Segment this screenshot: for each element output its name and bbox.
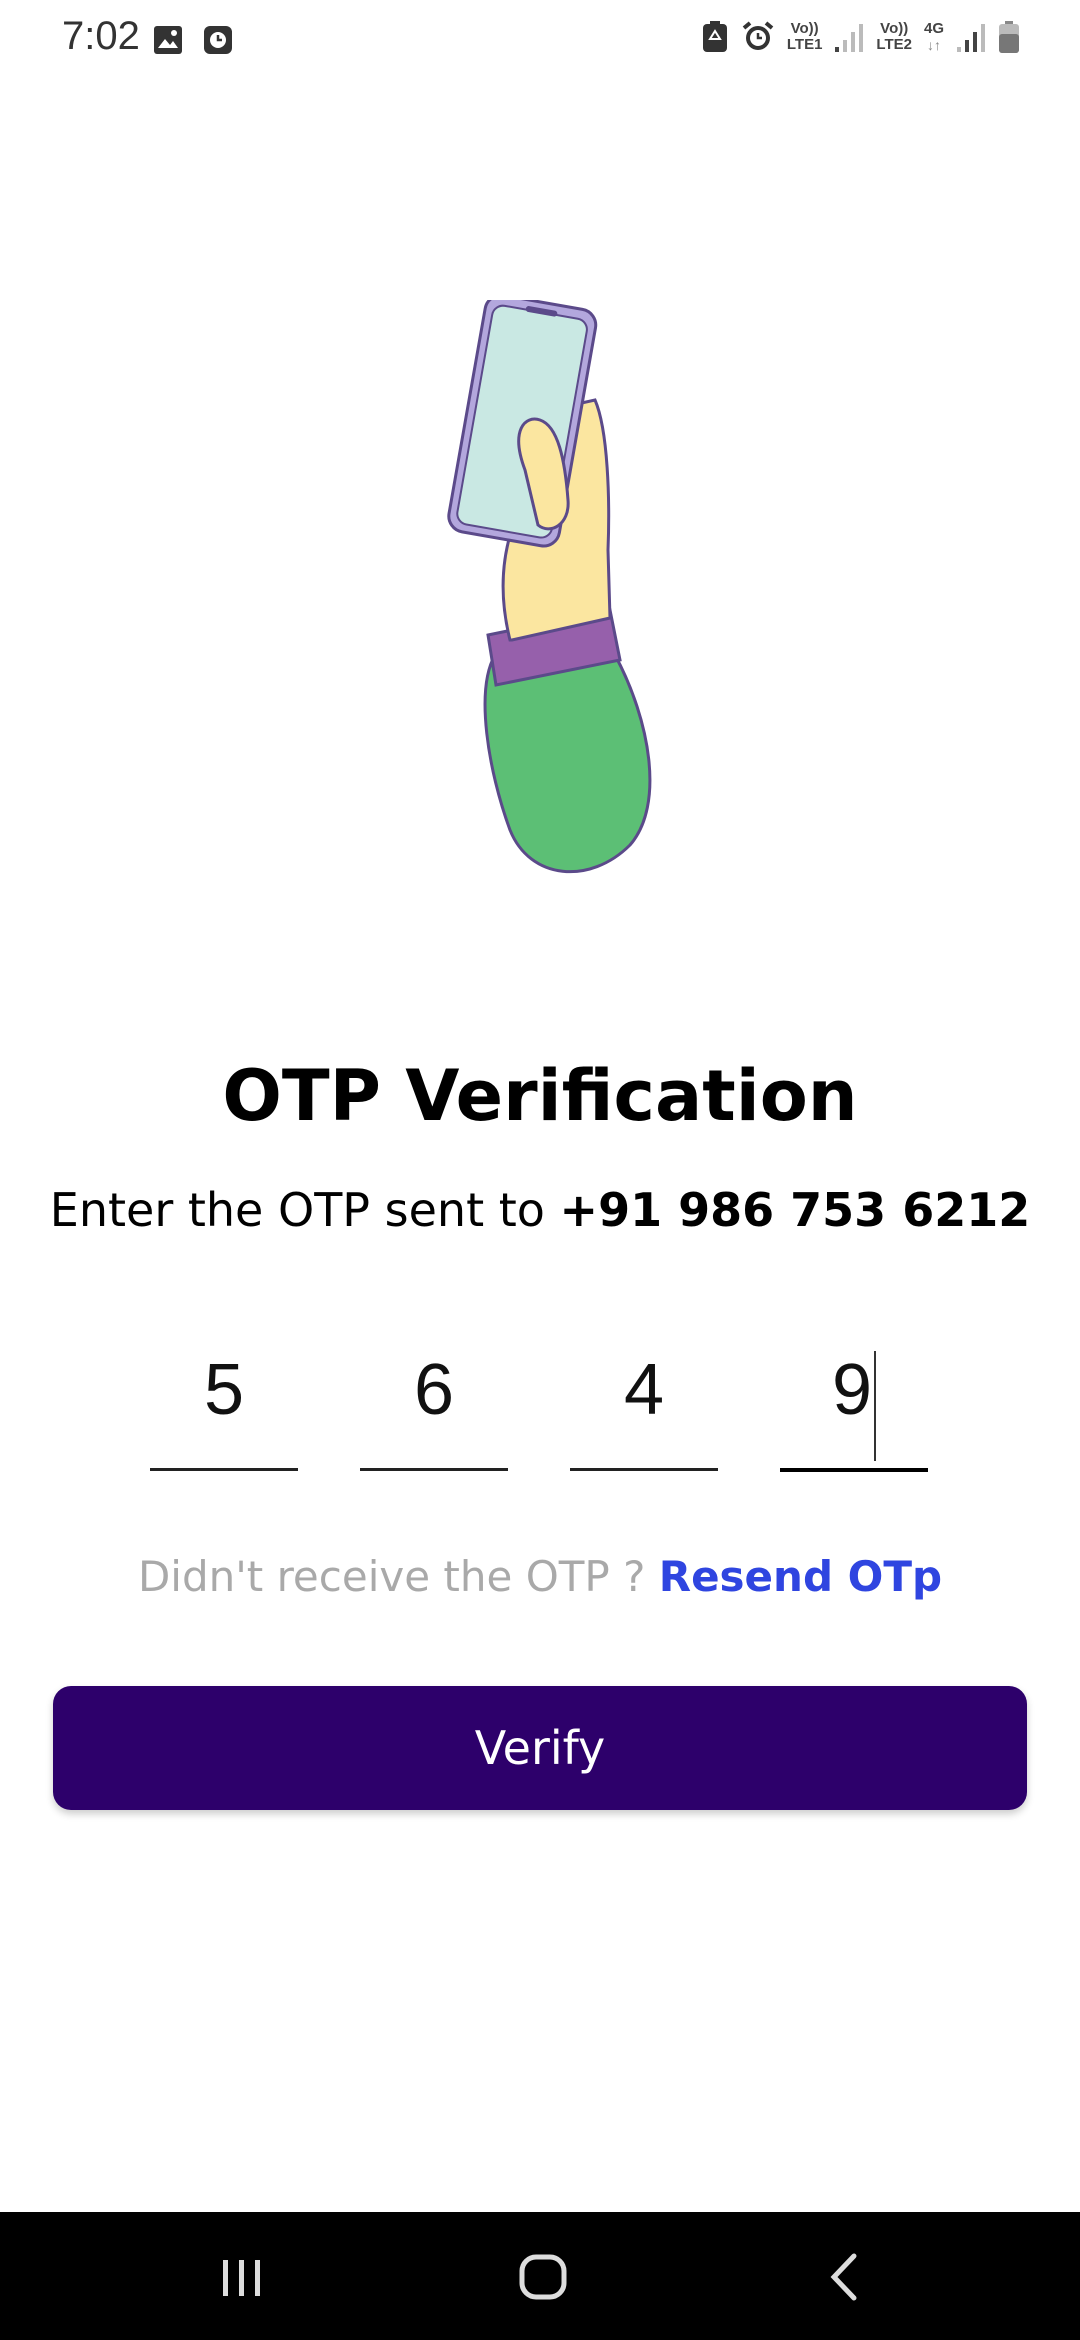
otp-digit-field-2[interactable]: 6 [360, 1330, 508, 1471]
sim1-label-bottom: LTE1 [786, 36, 823, 53]
signal-icon [957, 24, 985, 52]
otp-digit-value: 4 [623, 1350, 665, 1430]
status-time: 7:02 [62, 14, 140, 58]
navigation-bar [0, 2212, 1080, 2340]
page-title: OTP Verification [222, 1055, 858, 1137]
otp-digit-value: 5 [203, 1350, 245, 1430]
sim2-label-bottom: LTE2 [876, 36, 912, 53]
home-icon[interactable] [508, 2242, 578, 2312]
resend-otp-link[interactable]: Resend OTp [659, 1552, 942, 1601]
text-cursor [874, 1350, 877, 1461]
phone-number: +91 986 753 6212 [559, 1183, 1031, 1237]
resend-row: Didn't receive the OTP ? Resend OTp [0, 1552, 1080, 1601]
network-type-label: 4G [923, 20, 944, 37]
alarm-icon [742, 21, 774, 50]
recents-icon[interactable] [207, 2242, 277, 2312]
sim1-label: Vo)) LTE1 [787, 21, 823, 53]
back-icon[interactable] [810, 2242, 880, 2312]
recycle-icon [702, 21, 727, 52]
status-bar: 7:02 Vo)) LTE1 Vo)) LTE2 4G ↓↑ [0, 0, 1080, 80]
otp-digit-field-1[interactable]: 5 [150, 1330, 298, 1471]
resend-prompt: Didn't receive the OTP ? [137, 1552, 659, 1601]
hand-holding-phone-illustration [447, 300, 652, 874]
network-type: 4G ↓↑ [923, 20, 944, 54]
otp-digit-field-3[interactable]: 4 [570, 1330, 718, 1471]
sim2-label-top: Vo)) [880, 20, 909, 37]
signal-icon [835, 24, 864, 52]
sim1-label-top: Vo)) [790, 20, 819, 37]
verify-button[interactable]: Verify [53, 1686, 1027, 1810]
otp-instruction-text: Enter the OTP sent to [49, 1183, 560, 1237]
image-icon [154, 26, 182, 54]
otp-instruction: Enter the OTP sent to +91 986 753 6212 [0, 1183, 1080, 1237]
otp-digit-value: 9 [831, 1350, 873, 1430]
otp-digit-field-4[interactable]: 9 [780, 1330, 928, 1472]
sim2-label: Vo)) LTE2 [876, 21, 912, 53]
otp-input-group: 5 6 4 9 [150, 1330, 930, 1472]
status-left-icons [152, 24, 234, 56]
clock-app-icon [204, 26, 232, 54]
status-right-icons: Vo)) LTE1 Vo)) LTE2 4G ↓↑ [701, 20, 1020, 54]
otp-digit-value: 6 [413, 1350, 455, 1430]
battery-icon [999, 21, 1019, 53]
